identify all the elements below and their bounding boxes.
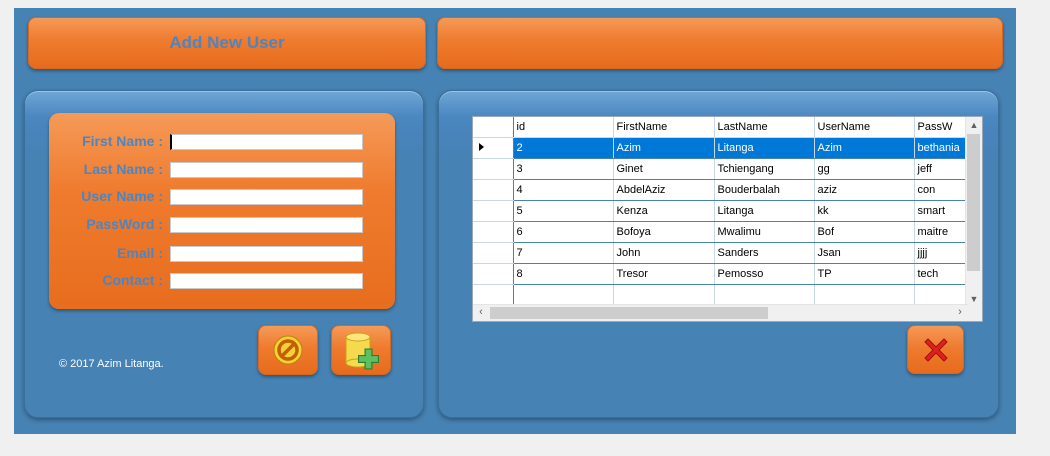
grid-corner <box>473 117 514 138</box>
cell-firstname[interactable]: Azim <box>613 137 715 159</box>
cell-firstname[interactable]: Ginet <box>613 158 715 180</box>
horizontal-scroll-thumb[interactable] <box>490 307 768 319</box>
last-name-label: Last Name : <box>83 161 163 177</box>
last-name-input[interactable] <box>170 162 363 178</box>
cell-lastname[interactable]: Bouderbalah <box>714 179 815 201</box>
contact-input[interactable] <box>170 273 363 289</box>
cell-username[interactable]: Azim <box>814 137 915 159</box>
contact-label: Contact : <box>102 272 163 288</box>
empty-cell <box>613 284 715 306</box>
cell-username[interactable]: aziz <box>814 179 915 201</box>
column-header-lastname[interactable]: LastName <box>714 117 815 138</box>
column-header-firstname[interactable]: FirstName <box>613 117 715 138</box>
cancel-button[interactable] <box>258 325 318 375</box>
table-row[interactable]: 8 Tresor Pemosso TP tech <box>473 263 975 285</box>
empty-cell <box>814 284 915 306</box>
table-row[interactable]: 5 Kenza Litanga kk smart <box>473 200 975 222</box>
cell-username[interactable]: Jsan <box>814 242 915 264</box>
close-button[interactable] <box>907 325 964 374</box>
cell-username[interactable]: Bof <box>814 221 915 243</box>
cell-firstname[interactable]: John <box>613 242 715 264</box>
user-name-label: User Name : <box>81 188 163 204</box>
copyright-text: © 2017 Azim Litanga. <box>59 358 164 370</box>
cell-username[interactable]: TP <box>814 263 915 285</box>
vertical-scroll-thumb[interactable] <box>967 134 980 271</box>
column-header-username[interactable]: UserName <box>814 117 915 138</box>
password-input[interactable] <box>170 217 363 233</box>
cell-id[interactable]: 6 <box>513 221 614 243</box>
contact-row: Contact : <box>49 271 395 291</box>
first-name-input[interactable] <box>170 134 363 150</box>
database-add-icon <box>345 332 379 370</box>
cell-firstname[interactable]: AbdelAziz <box>613 179 715 201</box>
table-row-partial <box>473 284 975 306</box>
table-row[interactable]: 6 Bofoya Mwalimu Bof maitre <box>473 221 975 243</box>
cell-lastname[interactable]: Tchiengang <box>714 158 815 180</box>
row-header[interactable] <box>473 221 514 243</box>
row-header[interactable] <box>473 242 514 264</box>
cell-id[interactable]: 5 <box>513 200 614 222</box>
user-form: First Name : Last Name : User Name : Pas… <box>49 113 395 309</box>
row-header[interactable] <box>473 179 514 201</box>
email-input[interactable] <box>170 246 363 262</box>
empty-cell <box>473 284 514 306</box>
main-window: Add New User First Name : Last Name : Us… <box>14 8 1016 434</box>
scrollbar-corner <box>966 305 982 321</box>
row-header[interactable] <box>473 200 514 222</box>
users-grid[interactable]: id FirstName LastName UserName PassW 2 Az… <box>472 116 983 322</box>
cell-id[interactable]: 8 <box>513 263 614 285</box>
column-header-id[interactable]: id <box>513 117 614 138</box>
first-name-row: First Name : <box>49 132 395 152</box>
last-name-row: Last Name : <box>49 160 395 180</box>
scroll-up-icon[interactable]: ▲ <box>966 117 982 133</box>
cell-id[interactable]: 3 <box>513 158 614 180</box>
table-row[interactable]: 2 Azim Litanga Azim bethania <box>473 137 975 159</box>
table-row[interactable]: 3 Ginet Tchiengang gg jeff <box>473 158 975 180</box>
cell-username[interactable]: gg <box>814 158 915 180</box>
first-name-label: First Name : <box>82 133 163 149</box>
cell-lastname[interactable]: Mwalimu <box>714 221 815 243</box>
cancel-icon <box>273 335 303 365</box>
email-label: Email : <box>117 245 163 261</box>
cell-lastname[interactable]: Sanders <box>714 242 815 264</box>
users-table: id FirstName LastName UserName PassW 2 Az… <box>473 117 975 306</box>
user-name-row: User Name : <box>49 187 395 207</box>
close-x-icon <box>923 337 948 362</box>
cell-id[interactable]: 2 <box>513 137 614 159</box>
scroll-left-icon[interactable]: ‹ <box>473 305 489 321</box>
add-user-button[interactable] <box>331 325 391 375</box>
cell-firstname[interactable]: Tresor <box>613 263 715 285</box>
table-row[interactable]: 7 John Sanders Jsan jjjj <box>473 242 975 264</box>
empty-cell <box>714 284 815 306</box>
cell-id[interactable]: 4 <box>513 179 614 201</box>
row-selector-arrow-icon[interactable] <box>473 137 514 159</box>
horizontal-scrollbar[interactable]: ‹ › <box>473 304 968 321</box>
grid-header-bar <box>437 17 1003 69</box>
password-row: PassWord : <box>49 215 395 235</box>
cell-id[interactable]: 7 <box>513 242 614 264</box>
vertical-scrollbar[interactable]: ▲ ▼ <box>965 117 982 307</box>
cell-lastname[interactable]: Litanga <box>714 200 815 222</box>
cell-lastname[interactable]: Pemosso <box>714 263 815 285</box>
grid-header-row: id FirstName LastName UserName PassW <box>473 117 975 138</box>
user-name-input[interactable] <box>170 189 363 205</box>
page-title: Add New User <box>28 17 426 69</box>
row-header[interactable] <box>473 263 514 285</box>
cell-firstname[interactable]: Bofoya <box>613 221 715 243</box>
cell-lastname[interactable]: Litanga <box>714 137 815 159</box>
cell-username[interactable]: kk <box>814 200 915 222</box>
row-header[interactable] <box>473 158 514 180</box>
password-label: PassWord : <box>86 216 163 232</box>
empty-cell <box>513 284 614 306</box>
email-row: Email : <box>49 244 395 264</box>
table-row[interactable]: 4 AbdelAziz Bouderbalah aziz con <box>473 179 975 201</box>
cell-firstname[interactable]: Kenza <box>613 200 715 222</box>
